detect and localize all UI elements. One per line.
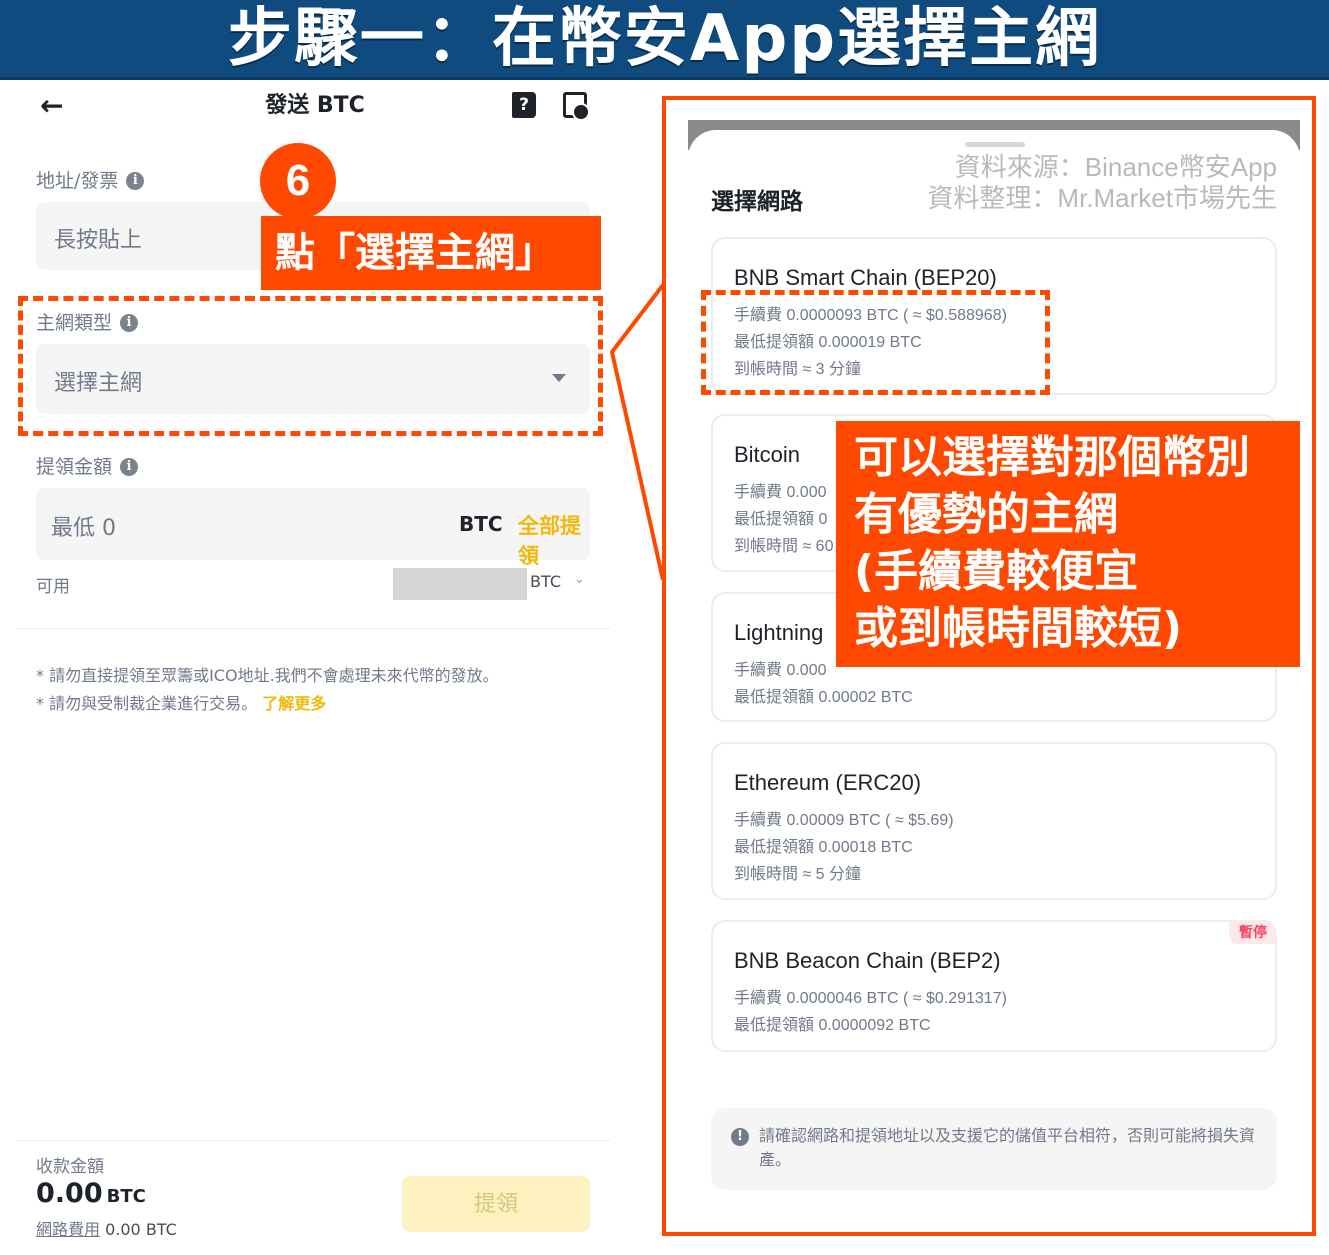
- divider: [16, 1140, 610, 1141]
- step-callout: 點「選擇主網」: [261, 216, 601, 290]
- withdraw-all-button[interactable]: 全部提領: [518, 510, 590, 570]
- note-sanctions: * 請勿與受制裁企業進行交易。 了解更多: [36, 692, 326, 716]
- banner-title: 步驟一：在幣安App選擇主網: [227, 1, 1102, 76]
- network-fee: 網路費用 0.00 BTC: [36, 1216, 177, 1240]
- amount-input[interactable]: 最低 0 BTC 全部提領: [36, 488, 590, 568]
- callout-line: 或到帳時間較短): [854, 603, 1183, 654]
- top-bar: ← 發送 BTC ?: [0, 82, 620, 130]
- callout-line: (手續費較便宜: [854, 546, 1139, 597]
- amount-label-text: 提領金額: [36, 456, 113, 478]
- note-ico: * 請勿直接提領至眾籌或ICO地址.我們不會處理未來代幣的發放。: [36, 666, 499, 685]
- address-label-text: 地址/發票: [36, 170, 119, 192]
- amount-unit: BTC: [459, 512, 503, 536]
- back-arrow-icon[interactable]: ←: [40, 90, 72, 122]
- learn-more-link[interactable]: 了解更多: [262, 694, 326, 713]
- receive-amount-value: 0.00: [36, 1178, 103, 1209]
- banner: 步驟一：在幣安App選擇主網: [0, 0, 1329, 80]
- callout-line: 有優勢的主網: [854, 489, 1118, 540]
- note-sanctions-text: * 請勿與受制裁企業進行交易。: [36, 694, 258, 713]
- info-icon[interactable]: i: [126, 172, 145, 190]
- amount-placeholder: 最低 0: [51, 516, 116, 541]
- receive-amount-unit: BTC: [106, 1186, 146, 1207]
- receive-label: 收款金額: [36, 1157, 104, 1177]
- page-title: 發送 BTC: [265, 93, 365, 118]
- network-callout: 可以選擇對那個幣別 有優勢的主網 (手續費較便宜 或到帳時間較短): [836, 421, 1300, 667]
- available-balance-redacted: [393, 568, 527, 600]
- network-fee-label[interactable]: 網路費用: [36, 1220, 100, 1239]
- available-label: 可用: [36, 577, 70, 597]
- withdraw-button[interactable]: 提領: [402, 1176, 590, 1232]
- address-label: 地址/發票 i: [36, 168, 145, 194]
- fee-highlight: [701, 290, 1050, 395]
- divider: [16, 628, 610, 629]
- network-select-highlight: [18, 296, 603, 436]
- network-fee-value: 0.00 BTC: [105, 1220, 177, 1239]
- step-number-badge: 6: [260, 143, 336, 219]
- receive-amount: 0.00 BTC: [36, 1178, 146, 1209]
- info-icon[interactable]: i: [120, 458, 139, 476]
- address-book-icon[interactable]: ?: [512, 92, 536, 118]
- available-unit: BTC: [530, 572, 561, 591]
- chevron-down-icon[interactable]: ⌄: [574, 572, 585, 587]
- address-placeholder: 長按貼上: [54, 228, 143, 253]
- callout-line: 可以選擇對那個幣別: [854, 432, 1250, 483]
- amount-label: 提領金額 i: [36, 454, 139, 480]
- history-icon[interactable]: [563, 92, 590, 121]
